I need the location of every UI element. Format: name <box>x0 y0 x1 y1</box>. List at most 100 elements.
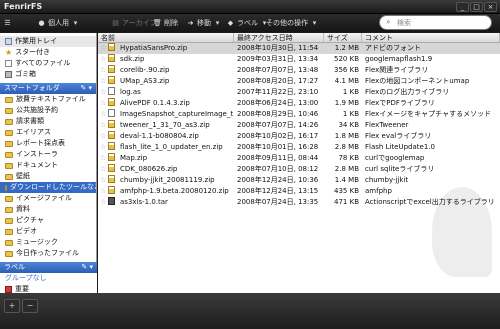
table-row[interactable]: ☆ corelib-.90.zip 2008年07月07日, 13:48 356 KB… <box>98 64 500 76</box>
star-toggle-icon[interactable]: ☆ <box>98 164 108 175</box>
sidebar-item-label: 旅費テキストファイル <box>16 95 86 103</box>
star-toggle-icon[interactable]: ☆ <box>98 186 108 197</box>
file-rows: ☆ HypatiaSansPro.zip 2008年10月30日, 11:54 1.2… <box>98 42 500 208</box>
table-row[interactable]: ☆ AlivePDF 0.1.4.3.zip 2008年06月24日, 13:00 1… <box>98 97 500 109</box>
sidebar-item-starred[interactable]: ★ スター付き <box>0 47 96 58</box>
search-input[interactable]: ⌕ 検索 <box>379 15 492 30</box>
star-toggle-icon[interactable]: ☆ <box>98 54 108 65</box>
table-row[interactable]: ☆ amfphp-1.9.beta.20080120.zip 2008年12月24日… <box>98 185 500 197</box>
profile-dropdown[interactable]: ☰ <box>3 16 12 30</box>
delete-button[interactable]: 🗑 削除 <box>153 16 178 30</box>
cell-size: 2.8 MB <box>334 165 359 173</box>
cell-comment: curlでgooglemap <box>365 154 425 162</box>
table-row[interactable]: ☆ chumby-jjkit_20081119.zip 2008年12月24日, 1… <box>98 174 500 186</box>
star-toggle-icon[interactable]: ☆ <box>98 142 108 153</box>
sidebar-item-smart-folder[interactable]: ミュージック <box>0 237 96 248</box>
table-row[interactable]: ☆ Map.zip 2008年09月11日, 08:44 78 KB curlでgoog… <box>98 152 500 164</box>
table-row[interactable]: ☆ deval-1.1-b080804.zip 2008年10月02日, 16:17… <box>98 130 500 142</box>
sidebar-item-smart-folder[interactable]: 資料 <box>0 204 96 215</box>
star-toggle-icon[interactable]: ☆ <box>98 131 108 142</box>
label-item-no-group[interactable]: グループなし <box>0 273 97 284</box>
sidebar-item-trash[interactable]: ゴミ箱 <box>0 69 96 80</box>
sidebar-item-smart-folder[interactable]: ピクチャ <box>0 215 96 226</box>
sidebar-item-smart-folder[interactable]: イメージファイル <box>0 193 96 204</box>
star-toggle-icon[interactable]: ☆ <box>98 76 108 87</box>
sidebar-item-smart-folder[interactable]: エイリアス <box>0 127 96 138</box>
cell-size: 1 KB <box>342 110 359 118</box>
sidebar-item-smart-folder[interactable]: 今日作ったファイル <box>0 248 96 259</box>
column-name[interactable]: 名前 <box>98 33 234 42</box>
profile-selector[interactable]: ● 個人用 ▾ <box>37 16 80 30</box>
txt-file-icon <box>108 86 115 95</box>
cell-date: 2008年10月02日, 16:17 <box>237 132 319 140</box>
smart-folder-icon <box>5 118 13 125</box>
sidebar-item-label: ダウンロードしたツールなど <box>10 183 97 191</box>
table-row[interactable]: ☆ UMap_AS3.zip 2008年08月20日, 17:27 4.1 MB Fle… <box>98 75 500 87</box>
search-icon: ⌕ <box>386 18 391 26</box>
cell-size: 78 KB <box>338 154 359 162</box>
smart-folder-header[interactable]: スマートフォルダ ✎ ▾ <box>0 83 96 94</box>
zip-file-icon <box>108 130 115 139</box>
sidebar-item-label: 作業用トレイ <box>15 37 57 45</box>
table-row[interactable]: ☆ log.as 2007年11月22日, 23:10 1 KB Flexのログ出力ライ… <box>98 86 500 98</box>
zip-file-icon <box>108 97 115 106</box>
sidebar-item-smart-folder[interactable]: 公共施設予約 <box>0 105 96 116</box>
sidebar-item-smart-folder[interactable]: 請求書類 <box>0 116 96 127</box>
add-button[interactable]: + <box>4 299 20 313</box>
sidebar-item-label: ミュージック <box>16 238 58 246</box>
cell-date: 2008年07月10日, 08:12 <box>237 165 319 173</box>
table-row[interactable]: ☆ flash_lite_1_0_updater_en.zip 2008年10月01… <box>98 141 500 153</box>
sidebar-item-smart-folder[interactable]: ビデオ <box>0 226 96 237</box>
table-row[interactable]: ☆ CDK_080626.zip 2008年07月10日, 08:12 2.8 MB c… <box>98 163 500 175</box>
star-toggle-icon[interactable]: ☆ <box>98 153 108 164</box>
label-header[interactable]: ラベル ✎ ▾ <box>0 262 97 273</box>
smart-folder-icon <box>5 228 13 235</box>
cell-name: sdk.zip <box>120 55 145 63</box>
minimize-button[interactable]: _ <box>456 2 469 12</box>
other-actions-button[interactable]: その他の操作 ▾ <box>266 16 319 30</box>
star-toggle-icon[interactable]: ☆ <box>98 65 108 76</box>
smart-folder-icon <box>5 107 13 114</box>
cell-comment: Flex関連ライブラリ <box>365 66 429 74</box>
cell-date: 2008年12月24日, 13:15 <box>237 187 319 195</box>
sidebar-item-smart-folder[interactable]: ダウンロードしたツールなど <box>0 182 96 193</box>
column-comment[interactable]: コメント <box>362 33 500 42</box>
sidebar-item-smart-folder[interactable]: 壁紙 <box>0 171 96 182</box>
edit-icon[interactable]: ✎ ▾ <box>81 262 93 273</box>
sidebar-item-tray[interactable]: 作業用トレイ <box>0 36 96 47</box>
table-row[interactable]: ☆ HypatiaSansPro.zip 2008年10月30日, 11:54 1.2… <box>98 42 500 54</box>
sidebar-item-smart-folder[interactable]: インストーラ <box>0 149 96 160</box>
column-date[interactable]: 最終アクセス日時 <box>234 33 324 42</box>
star-toggle-icon[interactable]: ☆ <box>98 120 108 131</box>
star-toggle-icon[interactable]: ☆ <box>98 197 108 208</box>
maximize-button[interactable]: □ <box>470 2 483 12</box>
cell-date: 2008年10月01日, 16:28 <box>237 143 319 151</box>
smart-folder-list: 旅費テキストファイル 公共施設予約請求書類 エイリアス レポート採点表 インストーラ ドキ… <box>0 94 96 259</box>
remove-button[interactable]: − <box>22 299 38 313</box>
table-row[interactable]: ☆ sdk.zip 2009年03月31日, 13:34 520 KB googlema… <box>98 53 500 65</box>
star-toggle-icon[interactable]: ☆ <box>98 175 108 186</box>
sidebar-item-label: 公共施設予約 <box>16 106 58 114</box>
star-toggle-icon[interactable]: ☆ <box>98 87 108 98</box>
star-toggle-icon[interactable]: ☆ <box>98 109 108 120</box>
sidebar-item-smart-folder[interactable]: ドキュメント <box>0 160 96 171</box>
table-row[interactable]: ☆ tweener_1_31_70_as3.zip 2008年07月07日, 14:… <box>98 119 500 131</box>
cell-size: 435 KB <box>334 187 359 195</box>
sidebar-item-smart-folder[interactable]: レポート採点表 <box>0 138 96 149</box>
star-toggle-icon[interactable]: ☆ <box>98 43 108 54</box>
cell-name: deval-1.1-b080804.zip <box>120 132 199 140</box>
close-button[interactable]: × <box>484 2 497 12</box>
zip-file-icon <box>108 53 115 62</box>
star-toggle-icon[interactable]: ☆ <box>98 98 108 109</box>
archive-icon: ▤ <box>112 18 119 27</box>
label-button[interactable]: ◆ ラベル ▾ <box>226 16 269 30</box>
cell-name: Map.zip <box>120 154 148 162</box>
table-row[interactable]: ☆ ImageSnapshot_captureImage_t... 2008年08月… <box>98 108 500 120</box>
edit-icon[interactable]: ✎ ▾ <box>80 83 92 94</box>
sidebar-item-all-files[interactable]: すべてのファイル <box>0 58 96 69</box>
cell-date: 2008年08月29日, 10:46 <box>237 110 319 118</box>
column-size[interactable]: サイズ <box>324 33 362 42</box>
archive-button[interactable]: ▤ アーカイブ <box>111 16 156 30</box>
move-button[interactable]: ➜ 移動 ▾ <box>186 16 222 30</box>
sidebar-item-smart-folder[interactable]: 旅費テキストファイル <box>0 94 96 105</box>
